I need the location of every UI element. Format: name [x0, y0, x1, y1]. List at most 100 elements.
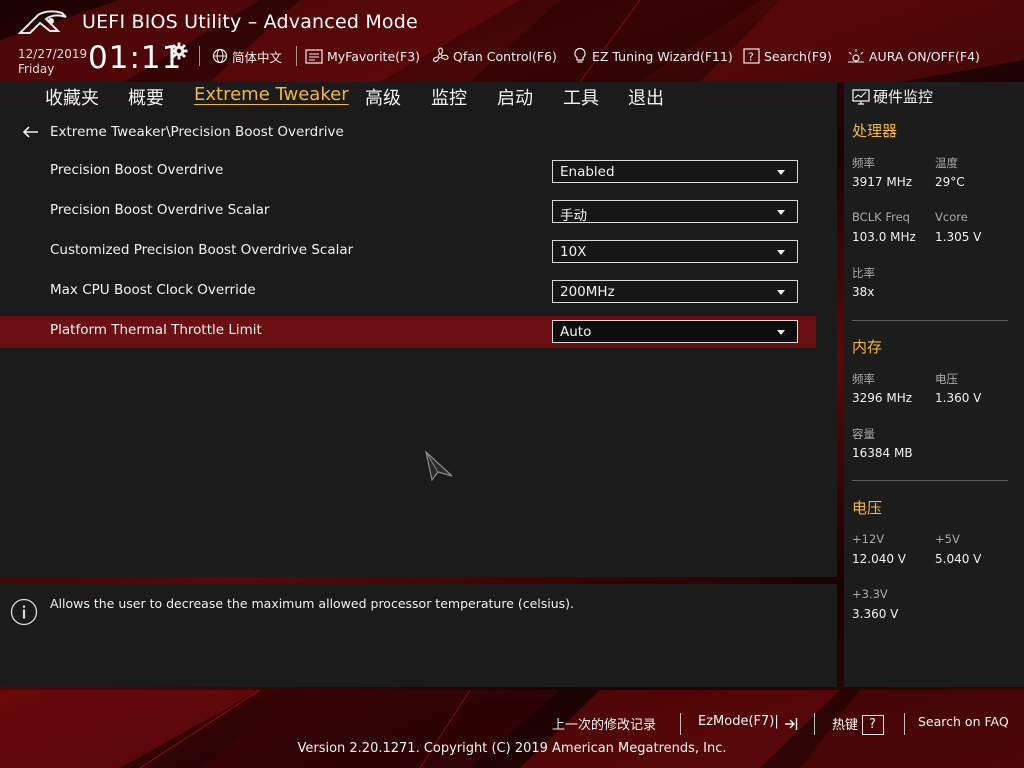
precision-boost-overdrive-select[interactable]: Enabled [552, 160, 798, 183]
v12-value: 12.040 V [852, 552, 907, 566]
aura-toggle-label: AURA ON/OFF(F4) [869, 48, 980, 64]
setting-row-customized-pbo-scalar[interactable]: Customized Precision Boost Overdrive Sca… [0, 236, 816, 268]
pbo-scalar-select[interactable]: 手动 [552, 200, 798, 224]
setting-row-precision-boost-overdrive[interactable]: Precision Boost Overdrive Enabled [0, 156, 816, 188]
search-label: Search(F9) [764, 48, 832, 64]
main-nav-tabs: 收藏夹 概要 Extreme Tweaker 高级 监控 启动 工具 退出 [0, 82, 837, 112]
cpu-freq-label: 频率 [852, 156, 875, 170]
mem-volt-value: 1.360 V [935, 391, 982, 405]
tab-favorites[interactable]: 收藏夹 [45, 84, 99, 110]
mem-volt-label: 电压 [935, 372, 958, 386]
footer-divider [680, 713, 681, 735]
header-divider [296, 46, 297, 66]
select-value: Auto [560, 324, 592, 340]
search-faq-link[interactable]: Search on FAQ [918, 714, 1009, 729]
v12-label: +12V [852, 532, 885, 546]
setting-row-max-cpu-boost-clock[interactable]: Max CPU Boost Clock Override 200MHz [0, 276, 816, 308]
ratio-label: 比率 [852, 266, 875, 280]
voltage-section-title: 电压 [852, 499, 883, 517]
mouse-pointer-icon [425, 450, 453, 482]
chevron-down-icon [777, 330, 785, 335]
aura-light-icon [848, 49, 864, 63]
app-title: UEFI BIOS Utility – Advanced Mode [82, 11, 418, 33]
ratio-value: 38x [852, 285, 875, 299]
hotkeys-help-icon[interactable]: ? [862, 715, 884, 735]
ez-tuning-wizard-button[interactable]: EZ Tuning Wizard(F11) [572, 47, 733, 65]
footer-divider [814, 713, 815, 735]
monitor-divider [852, 320, 1008, 321]
chevron-down-icon [777, 210, 785, 215]
cpu-freq-value: 3917 MHz [852, 175, 913, 189]
memory-section-title: 内存 [852, 338, 883, 356]
vcore-value: 1.305 V [935, 230, 982, 244]
setting-label: Precision Boost Overdrive Scalar [50, 202, 270, 218]
setting-row-pbo-scalar[interactable]: Precision Boost Overdrive Scalar 手动 [0, 196, 816, 228]
setting-label: Customized Precision Boost Overdrive Sca… [50, 242, 354, 258]
tab-monitor[interactable]: 监控 [431, 84, 467, 110]
fan-icon [432, 47, 449, 63]
exit-arrow-icon[interactable] [784, 716, 798, 732]
header-divider [199, 46, 200, 66]
last-modified-link[interactable]: 上一次的修改记录 [552, 714, 656, 733]
chevron-down-icon [777, 170, 785, 175]
tab-exit[interactable]: 退出 [628, 84, 664, 110]
header-bar: UEFI BIOS Utility – Advanced Mode 12/27/… [0, 0, 1024, 82]
vcore-label: Vcore [935, 210, 968, 224]
bclk-value: 103.0 MHz [852, 230, 916, 244]
v5-value: 5.040 V [935, 552, 982, 566]
setting-label: Max CPU Boost Clock Override [50, 282, 256, 298]
setting-row-thermal-throttle-limit[interactable]: Platform Thermal Throttle Limit Auto [0, 316, 816, 348]
tab-boot[interactable]: 启动 [497, 84, 533, 110]
mem-capacity-value: 16384 MB [852, 446, 913, 460]
search-help-icon: ? [743, 48, 760, 64]
max-cpu-boost-clock-select[interactable]: 200MHz [552, 280, 798, 303]
myfavorite-button[interactable]: MyFavorite(F3) [305, 47, 420, 65]
mem-freq-value: 3296 MHz [852, 391, 913, 405]
ez-tuning-wizard-label: EZ Tuning Wizard(F11) [592, 48, 733, 64]
footer-divider [904, 713, 905, 735]
breadcrumb: Extreme Tweaker\Precision Boost Overdriv… [22, 124, 344, 140]
thermal-throttle-limit-select[interactable]: Auto [552, 320, 798, 343]
cpu-temp-value: 29°C [935, 175, 965, 189]
tab-overview[interactable]: 概要 [128, 84, 164, 110]
select-value: 手动 [560, 208, 587, 224]
bclk-label: BCLK Freq [852, 210, 910, 224]
v33-value: 3.360 V [852, 607, 899, 621]
select-value: 10X [560, 244, 587, 260]
v33-label: +3.3V [852, 587, 888, 601]
globe-icon [212, 48, 228, 64]
back-arrow-icon[interactable] [22, 125, 40, 139]
hardware-monitor-panel: 硬件监控 处理器 频率 温度 3917 MHz 29°C BCLK Freq V… [844, 82, 1024, 687]
aura-toggle-button[interactable]: AURA ON/OFF(F4) [847, 47, 980, 65]
hotkeys-link[interactable]: 热键 [832, 714, 858, 733]
mem-freq-label: 频率 [852, 372, 875, 386]
copyright-text: Version 2.20.1271. Copyright (C) 2019 Am… [297, 741, 727, 756]
tab-tool[interactable]: 工具 [563, 84, 599, 110]
ezmode-link[interactable]: EzMode(F7)| [698, 714, 779, 729]
mem-capacity-label: 容量 [852, 427, 875, 441]
setting-label: Platform Thermal Throttle Limit [50, 322, 262, 338]
language-button[interactable]: 简体中文 [212, 47, 282, 65]
cpu-section-title: 处理器 [852, 122, 898, 140]
monitor-title: 硬件监控 [852, 86, 933, 107]
qfan-control-button[interactable]: Qfan Control(F6) [431, 47, 557, 65]
select-value: Enabled [560, 164, 615, 180]
gear-icon[interactable] [170, 42, 188, 60]
customized-pbo-scalar-select[interactable]: 10X [552, 240, 798, 263]
chevron-down-icon [777, 290, 785, 295]
main-panel: 收藏夹 概要 Extreme Tweaker 高级 监控 启动 工具 退出 Ex… [0, 82, 837, 577]
favorite-list-icon [305, 48, 323, 64]
tab-extreme-tweaker[interactable]: Extreme Tweaker [194, 84, 349, 105]
search-button[interactable]: ? Search(F9) [743, 47, 832, 65]
help-panel: Allows the user to decrease the maximum … [0, 584, 837, 687]
tab-advanced[interactable]: 高级 [365, 84, 401, 110]
day-text: Friday [18, 62, 55, 76]
cpu-temp-label: 温度 [935, 156, 958, 170]
language-label: 简体中文 [232, 49, 283, 65]
help-text: Allows the user to decrease the maximum … [50, 596, 575, 611]
hotkeys-q: ? [869, 717, 876, 732]
myfavorite-label: MyFavorite(F3) [327, 48, 421, 64]
breadcrumb-path: Extreme Tweaker\Precision Boost Overdriv… [50, 124, 344, 140]
rog-logo-icon [18, 10, 67, 34]
clock-display: 01:11 [88, 40, 183, 76]
